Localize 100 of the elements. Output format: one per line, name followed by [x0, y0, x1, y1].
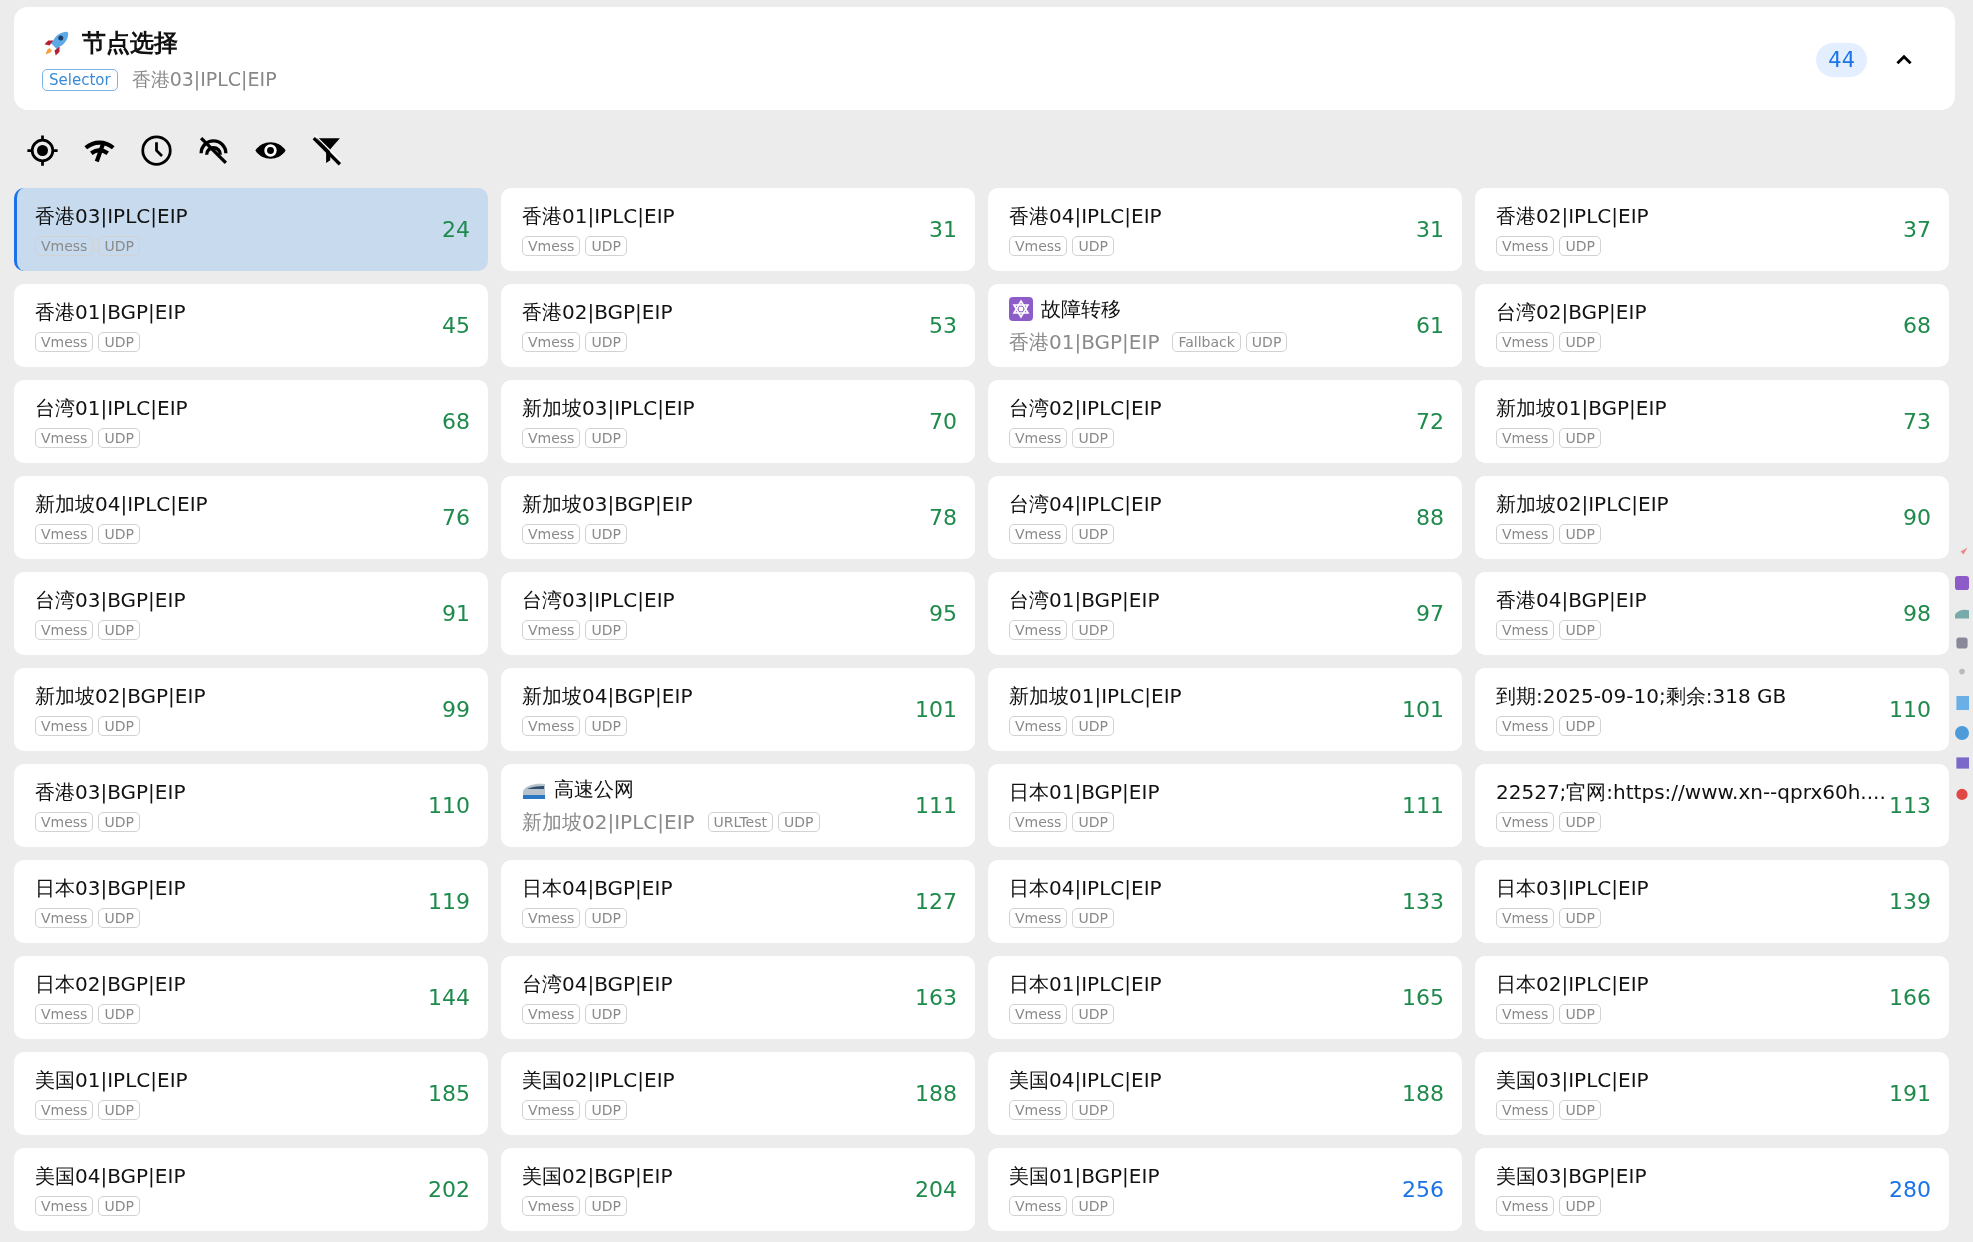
latency-value[interactable]: 31 — [929, 217, 957, 242]
node-name: 日本02|BGP|EIP — [35, 971, 186, 998]
proxy-node-card[interactable]: 香港03|IPLC|EIP Vmess UDP 24 — [14, 188, 488, 271]
proxy-node-card[interactable]: 香港01|IPLC|EIP Vmess UDP 31 — [501, 188, 975, 271]
proxy-node-card[interactable]: 日本03|BGP|EIP Vmess UDP 119 — [14, 860, 488, 943]
proxy-node-card[interactable]: 日本02|IPLC|EIP Vmess UDP 166 — [1475, 956, 1949, 1039]
latency-value[interactable]: 95 — [929, 601, 957, 626]
proxy-node-card[interactable]: 高速公网 新加坡02|IPLC|EIP URLTest UDP 111 — [501, 764, 975, 847]
proxy-node-card[interactable]: 香港04|BGP|EIP Vmess UDP 98 — [1475, 572, 1949, 655]
proxy-node-card[interactable]: 台湾04|BGP|EIP Vmess UDP 163 — [501, 956, 975, 1039]
latency-value[interactable]: 256 — [1402, 1177, 1444, 1202]
latency-value[interactable]: 78 — [929, 505, 957, 530]
latency-value[interactable]: 144 — [428, 985, 470, 1010]
latency-value[interactable]: 73 — [1903, 409, 1931, 434]
proxy-node-card[interactable]: 香港02|BGP|EIP Vmess UDP 53 — [501, 284, 975, 367]
latency-value[interactable]: 119 — [428, 889, 470, 914]
group-header[interactable]: 节点选择 Selector 香港03|IPLC|EIP 44 — [14, 7, 1955, 110]
latency-value[interactable]: 191 — [1889, 1081, 1931, 1106]
proxy-node-card[interactable]: 台湾02|IPLC|EIP Vmess UDP 72 — [988, 380, 1462, 463]
proxy-node-card[interactable]: 美国03|IPLC|EIP Vmess UDP 191 — [1475, 1052, 1949, 1135]
proxy-node-card[interactable]: 香港02|IPLC|EIP Vmess UDP 37 — [1475, 188, 1949, 271]
latency-value[interactable]: 97 — [1416, 601, 1444, 626]
proxy-node-card[interactable]: 到期:2025-09-10;剩余:318 GB Vmess UDP 110 — [1475, 668, 1949, 751]
latency-value[interactable]: 110 — [428, 793, 470, 818]
protocol-tag: Vmess — [1496, 620, 1555, 640]
latency-value[interactable]: 68 — [442, 409, 470, 434]
clock-icon[interactable] — [140, 134, 173, 167]
latency-value[interactable]: 280 — [1889, 1177, 1931, 1202]
proxy-node-card[interactable]: 台湾01|IPLC|EIP Vmess UDP 68 — [14, 380, 488, 463]
proxy-node-card[interactable]: 日本03|IPLC|EIP Vmess UDP 139 — [1475, 860, 1949, 943]
latency-value[interactable]: 111 — [1402, 793, 1444, 818]
latency-value[interactable]: 188 — [915, 1081, 957, 1106]
proxy-node-card[interactable]: 美国04|IPLC|EIP Vmess UDP 188 — [988, 1052, 1462, 1135]
proxy-node-card[interactable]: 台湾02|BGP|EIP Vmess UDP 68 — [1475, 284, 1949, 367]
proxy-node-card[interactable]: 新加坡01|IPLC|EIP Vmess UDP 101 — [988, 668, 1462, 751]
proxy-node-card[interactable]: 日本04|BGP|EIP Vmess UDP 127 — [501, 860, 975, 943]
protocol-tag: Vmess — [1496, 332, 1555, 352]
locate-icon[interactable] — [26, 134, 59, 167]
proxy-node-card[interactable]: 新加坡02|BGP|EIP Vmess UDP 99 — [14, 668, 488, 751]
proxy-node-card[interactable]: 新加坡04|BGP|EIP Vmess UDP 101 — [501, 668, 975, 751]
latency-value[interactable]: 101 — [915, 697, 957, 722]
proxy-node-card[interactable]: 香港04|IPLC|EIP Vmess UDP 31 — [988, 188, 1462, 271]
latency-value[interactable]: 111 — [915, 793, 957, 818]
latency-value[interactable]: 110 — [1889, 697, 1931, 722]
proxy-node-card[interactable]: 香港01|BGP|EIP Vmess UDP 45 — [14, 284, 488, 367]
latency-value[interactable]: 45 — [442, 313, 470, 338]
proxy-node-card[interactable]: 美国03|BGP|EIP Vmess UDP 280 — [1475, 1148, 1949, 1231]
latency-value[interactable]: 68 — [1903, 313, 1931, 338]
proxy-node-card[interactable]: 台湾04|IPLC|EIP Vmess UDP 88 — [988, 476, 1462, 559]
latency-value[interactable]: 72 — [1416, 409, 1444, 434]
latency-value[interactable]: 37 — [1903, 217, 1931, 242]
protocol-tag: UDP — [585, 1100, 627, 1120]
latency-value[interactable]: 101 — [1402, 697, 1444, 722]
latency-value[interactable]: 188 — [1402, 1081, 1444, 1106]
proxy-node-card[interactable]: 台湾01|BGP|EIP Vmess UDP 97 — [988, 572, 1462, 655]
proxy-node-card[interactable]: 新加坡01|BGP|EIP Vmess UDP 73 — [1475, 380, 1949, 463]
proxy-node-card[interactable]: 美国02|BGP|EIP Vmess UDP 204 — [501, 1148, 975, 1231]
proxy-node-card[interactable]: 故障转移 香港01|BGP|EIP Fallback UDP 61 — [988, 284, 1462, 367]
proxy-node-card[interactable]: 日本04|IPLC|EIP Vmess UDP 133 — [988, 860, 1462, 943]
proxy-node-card[interactable]: 香港03|BGP|EIP Vmess UDP 110 — [14, 764, 488, 847]
proxy-node-card[interactable]: 日本01|BGP|EIP Vmess UDP 111 — [988, 764, 1462, 847]
node-name: 新加坡01|IPLC|EIP — [1009, 683, 1182, 710]
latency-value[interactable]: 202 — [428, 1177, 470, 1202]
proxy-node-card[interactable]: 新加坡04|IPLC|EIP Vmess UDP 76 — [14, 476, 488, 559]
latency-value[interactable]: 139 — [1889, 889, 1931, 914]
proxy-node-card[interactable]: 日本01|IPLC|EIP Vmess UDP 165 — [988, 956, 1462, 1039]
latency-value[interactable]: 99 — [442, 697, 470, 722]
protocol-tag: Vmess — [522, 524, 581, 544]
filter-off-icon[interactable] — [311, 134, 344, 167]
latency-value[interactable]: 98 — [1903, 601, 1931, 626]
latency-value[interactable]: 204 — [915, 1177, 957, 1202]
protocol-tag: UDP — [98, 1100, 140, 1120]
proxy-node-card[interactable]: 22527;官网:https://www.xn--qprx60h.... Vmess UDP 113 — [1475, 764, 1949, 847]
latency-value[interactable]: 113 — [1889, 793, 1931, 818]
latency-value[interactable]: 90 — [1903, 505, 1931, 530]
proxy-node-card[interactable]: 新加坡03|IPLC|EIP Vmess UDP 70 — [501, 380, 975, 463]
proxy-node-card[interactable]: 美国01|IPLC|EIP Vmess UDP 185 — [14, 1052, 488, 1135]
latency-value[interactable]: 166 — [1889, 985, 1931, 1010]
proxy-node-card[interactable]: 美国01|BGP|EIP Vmess UDP 256 — [988, 1148, 1462, 1231]
latency-value[interactable]: 163 — [915, 985, 957, 1010]
proxy-node-card[interactable]: 美国02|IPLC|EIP Vmess UDP 188 — [501, 1052, 975, 1135]
latency-value[interactable]: 133 — [1402, 889, 1444, 914]
latency-value[interactable]: 31 — [1416, 217, 1444, 242]
signal-off-icon[interactable] — [197, 134, 230, 167]
node-name: 美国03|BGP|EIP — [1496, 1163, 1647, 1190]
proxy-node-card[interactable]: 日本02|BGP|EIP Vmess UDP 144 — [14, 956, 488, 1039]
latency-value[interactable]: 127 — [915, 889, 957, 914]
proxy-node-card[interactable]: 新加坡03|BGP|EIP Vmess UDP 78 — [501, 476, 975, 559]
latency-value[interactable]: 88 — [1416, 505, 1444, 530]
latency-value[interactable]: 185 — [428, 1081, 470, 1106]
proxy-node-card[interactable]: 新加坡02|IPLC|EIP Vmess UDP 90 — [1475, 476, 1949, 559]
latency-value[interactable]: 70 — [929, 409, 957, 434]
proxy-node-card[interactable]: 台湾03|BGP|EIP Vmess UDP 91 — [14, 572, 488, 655]
latency-value[interactable]: 76 — [442, 505, 470, 530]
latency-value[interactable]: 91 — [442, 601, 470, 626]
latency-value[interactable]: 61 — [1416, 313, 1444, 338]
latency-value[interactable]: 165 — [1402, 985, 1444, 1010]
latency-value[interactable]: 53 — [929, 313, 957, 338]
proxy-node-card[interactable]: 美国04|BGP|EIP Vmess UDP 202 — [14, 1148, 488, 1231]
proxy-node-card[interactable]: 台湾03|IPLC|EIP Vmess UDP 95 — [501, 572, 975, 655]
